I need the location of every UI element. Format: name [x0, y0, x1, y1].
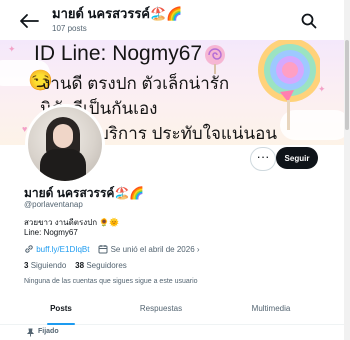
bio-line-2: Line: Nogmy67 — [24, 228, 78, 237]
following-count: 3 — [24, 261, 29, 270]
avatar-shirt — [40, 149, 86, 181]
banner-line-id: ID Line: Nogmy67 — [34, 42, 203, 65]
search-icon[interactable] — [300, 12, 318, 30]
scrollbar[interactable] — [344, 0, 350, 340]
tab-media[interactable]: Multimedia — [234, 296, 308, 324]
header-title: มายด์ นครสวรรค์🏖️🌈 107 posts — [52, 6, 182, 34]
profile-tabs: Posts Respuestas Multimedia — [0, 296, 344, 325]
top-bar: มายด์ นครสวรรค์🏖️🌈 107 posts — [0, 0, 350, 40]
pinned-label: Fijado — [38, 328, 59, 335]
follow-button[interactable]: Seguir — [276, 147, 318, 169]
following-label: Siguiendo — [30, 261, 67, 270]
scrollbar-thumb[interactable] — [345, 40, 349, 130]
active-tab-indicator — [47, 323, 75, 325]
followers-count: 38 — [75, 261, 85, 270]
sparkle-icon: ✦ — [8, 44, 16, 54]
followers-stat[interactable]: 38 Seguidores — [75, 261, 127, 270]
rainbow-lollipop-icon — [258, 40, 320, 130]
avatar-face — [53, 124, 73, 148]
profile-meta: buff.ly/E1DIqBt Se unió el abril de 2026… — [24, 244, 200, 254]
no-mutual-followers-text: Ninguna de las cuentas que sigues sigue … — [24, 278, 198, 285]
chevron-right-icon: › — [196, 245, 200, 254]
tab-posts[interactable]: Posts — [24, 296, 98, 324]
tab-replies[interactable]: Respuestas — [124, 296, 198, 324]
pin-icon — [26, 328, 35, 337]
following-stat[interactable]: 3 Siguiendo — [24, 261, 66, 270]
calendar-icon — [98, 245, 108, 254]
follow-stats: 3 Siguiendo 38 Seguidores — [24, 261, 127, 270]
more-options-button[interactable]: ··· — [250, 147, 276, 171]
followers-label: Seguidores — [86, 261, 127, 270]
link-icon — [25, 245, 33, 253]
banner-line-4: บริการ ประทับใจแน่นอน — [98, 124, 277, 143]
profile-handle: @porlaventanap — [24, 200, 83, 209]
posts-count: 107 posts — [52, 24, 87, 33]
profile-link[interactable]: buff.ly/E1DIqBt — [36, 245, 89, 254]
header-name: มายด์ นครสวรรค์🏖️🌈 — [52, 6, 183, 21]
banner-line-2: งานดี ตรงปก ตัวเล็กน่ารัก — [42, 74, 230, 93]
arrow-left-icon[interactable] — [18, 13, 40, 29]
avatar[interactable] — [25, 104, 105, 184]
joined-date: Se unió el abril de 2026 — [110, 245, 195, 254]
